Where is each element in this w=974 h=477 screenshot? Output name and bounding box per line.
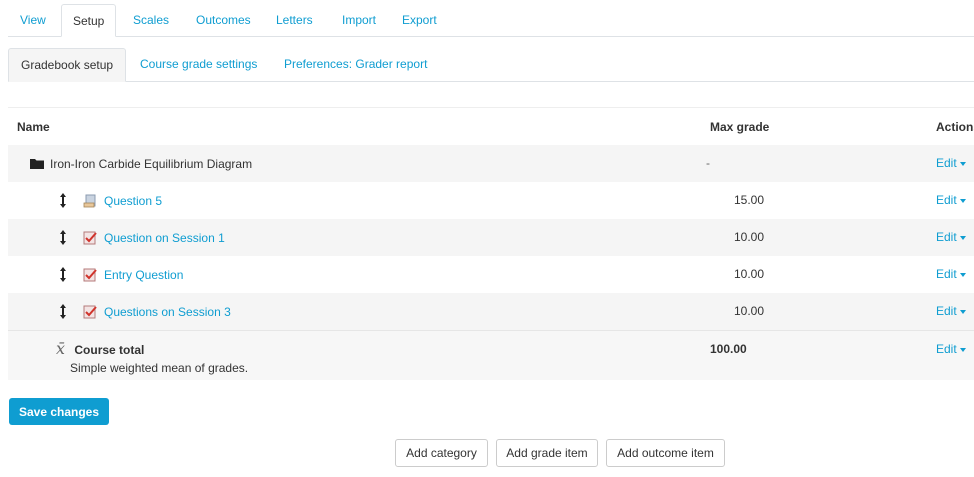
mean-x-bar-icon: x̄	[56, 339, 66, 358]
move-icon[interactable]	[59, 267, 67, 282]
tab-export[interactable]: Export	[402, 4, 437, 36]
caret-down-icon	[959, 272, 966, 277]
caret-down-icon	[959, 198, 966, 203]
category-max-grade: -	[706, 156, 710, 170]
grade-item-link[interactable]: Question on Session 1	[104, 231, 225, 245]
caret-down-icon	[959, 161, 966, 166]
grade-item-edit-menu[interactable]: Edit	[936, 256, 966, 293]
grade-item-link[interactable]: Questions on Session 3	[104, 305, 231, 319]
category-name: Iron-Iron Carbide Equilibrium Diagram	[50, 156, 253, 171]
table-header: Name Max grade Actions	[8, 107, 974, 145]
grade-item-row: Entry Question 10.00 Edit	[8, 256, 974, 293]
move-icon[interactable]	[59, 193, 67, 208]
grade-item-max-grade: 10.00	[734, 304, 765, 318]
add-outcome-item-button[interactable]: Add outcome item	[606, 439, 725, 467]
tab-outcomes[interactable]: Outcomes	[196, 4, 251, 36]
course-total-max-grade: 100.00	[710, 342, 747, 356]
folder-icon	[30, 159, 44, 169]
course-total-description: Simple weighted mean of grades.	[70, 361, 249, 375]
header-actions: Actions	[936, 120, 974, 134]
course-total-row: x̄ Course total Simple weighted mean of …	[8, 330, 974, 380]
category-edit-menu[interactable]: Edit	[936, 145, 966, 182]
course-total-edit-menu[interactable]: Edit	[936, 342, 966, 356]
tab-preferences-grader-report[interactable]: Preferences: Grader report	[284, 48, 427, 81]
course-total-label: Course total	[74, 343, 145, 357]
grade-item-row: Question on Session 1 10.00 Edit	[8, 219, 974, 256]
header-max-grade: Max grade	[710, 120, 770, 134]
quiz-icon	[83, 268, 97, 281]
tab-gradebook-setup[interactable]: Gradebook setup	[8, 48, 127, 82]
setup-subtabs: Gradebook setup Course grade settings Pr…	[8, 48, 974, 82]
tab-import[interactable]: Import	[342, 4, 376, 36]
grade-item-edit-menu[interactable]: Edit	[936, 182, 966, 219]
quiz-icon	[83, 194, 96, 207]
tab-scales[interactable]: Scales	[133, 4, 169, 36]
grade-item-row: Questions on Session 3 10.00 Edit	[8, 293, 974, 330]
save-changes-button[interactable]: Save changes	[9, 398, 109, 425]
main-tabs: View Setup Scales Outcomes Letters Impor…	[8, 4, 974, 37]
add-grade-item-button[interactable]: Add grade item	[496, 439, 598, 467]
caret-down-icon	[959, 309, 966, 314]
tab-course-grade-settings[interactable]: Course grade settings	[140, 48, 257, 81]
quiz-icon	[83, 231, 97, 244]
grade-item-link[interactable]: Question 5	[104, 194, 162, 208]
tab-letters[interactable]: Letters	[276, 4, 313, 36]
grade-item-max-grade: 10.00	[734, 230, 765, 244]
header-name: Name	[17, 120, 50, 134]
grade-item-edit-menu[interactable]: Edit	[936, 293, 966, 330]
tab-setup[interactable]: Setup	[61, 4, 117, 37]
caret-down-icon	[959, 235, 966, 240]
move-icon[interactable]	[59, 304, 67, 319]
grade-item-edit-menu[interactable]: Edit	[936, 219, 966, 256]
tab-view[interactable]: View	[20, 4, 46, 36]
grade-item-max-grade: 10.00	[734, 267, 765, 281]
category-row: Iron-Iron Carbide Equilibrium Diagram - …	[8, 145, 974, 182]
grade-item-link[interactable]: Entry Question	[104, 268, 183, 282]
caret-down-icon	[959, 347, 966, 352]
move-icon[interactable]	[59, 230, 67, 245]
quiz-icon	[83, 305, 97, 318]
grade-item-row: Question 5 15.00 Edit	[8, 182, 974, 219]
add-category-button[interactable]: Add category	[395, 439, 488, 467]
grade-item-max-grade: 15.00	[734, 193, 765, 207]
